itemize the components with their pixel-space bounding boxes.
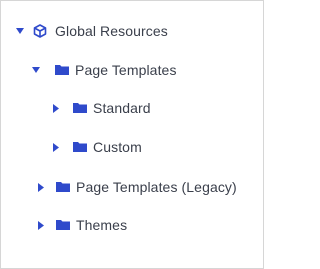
folder-icon — [73, 102, 87, 114]
tree-item-label: Global Resources — [55, 23, 168, 39]
tree-item-global-resources[interactable]: Global Resources — [15, 18, 168, 44]
tree-item-label: Custom — [93, 139, 142, 155]
tree-item-page-templates-legacy[interactable]: Page Templates (Legacy) — [36, 174, 237, 200]
folder-icon — [73, 141, 87, 153]
cube-icon — [33, 24, 47, 38]
tree-item-label: Page Templates (Legacy) — [76, 179, 237, 195]
caret-right-icon[interactable] — [51, 142, 61, 152]
folder-icon — [56, 219, 70, 231]
folder-icon — [56, 181, 70, 193]
tree-item-label: Page Templates — [75, 62, 177, 78]
tree-item-custom[interactable]: Custom — [51, 134, 142, 160]
caret-down-icon[interactable] — [15, 26, 25, 36]
tree-item-page-templates[interactable]: Page Templates — [31, 57, 177, 83]
tree-item-standard[interactable]: Standard — [51, 95, 151, 121]
caret-right-icon[interactable] — [51, 103, 61, 113]
folder-icon — [55, 64, 69, 76]
caret-right-icon[interactable] — [36, 220, 46, 230]
caret-right-icon[interactable] — [36, 182, 46, 192]
resource-tree-panel: Global Resources Page Templates Standard… — [0, 0, 264, 269]
caret-down-icon[interactable] — [31, 65, 41, 75]
tree-item-themes[interactable]: Themes — [36, 212, 127, 238]
tree-item-label: Themes — [76, 217, 128, 233]
tree-item-label: Standard — [93, 100, 151, 116]
